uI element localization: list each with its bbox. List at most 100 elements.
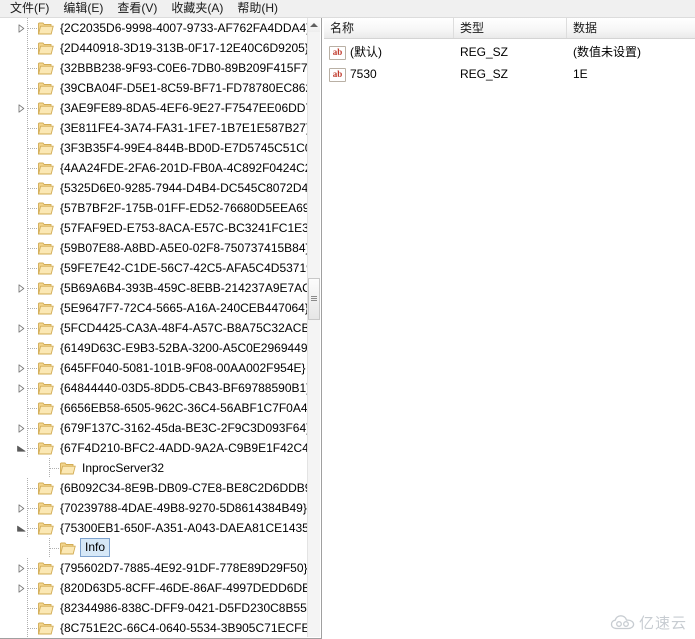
menu-favorites[interactable]: 收藏夹(A) bbox=[164, 0, 230, 17]
value-row[interactable]: ab (默认) REG_SZ (数值未设置) bbox=[324, 43, 695, 62]
tree-item-label: {59B07E88-A8BD-A5E0-02F8-750737415B84} bbox=[60, 241, 308, 255]
tree-item[interactable]: Info bbox=[0, 538, 308, 558]
tree-guide-stub bbox=[28, 228, 38, 229]
tree-guide-stub bbox=[28, 348, 38, 349]
tree-item-label: {645FF040-5081-101B-9F08-00AA002F954E} bbox=[60, 361, 306, 375]
tree-item[interactable]: {6656EB58-6505-962C-36C4-56ABF1C7F0A4} bbox=[0, 398, 308, 418]
tree-item[interactable]: {39CBA04F-D5E1-8C59-BF71-FD78780EC862} bbox=[0, 78, 308, 98]
tree-item[interactable]: {679F137C-3162-45da-BE3C-2F9C3D093F64} bbox=[0, 418, 308, 438]
tree-item-label: {82344986-838C-DFF9-0421-D5FD230C8B55} bbox=[60, 601, 308, 615]
collapse-arrow-icon[interactable] bbox=[17, 525, 26, 532]
tree-item[interactable]: {75300EB1-650F-A351-A043-DAEA81CE1435} bbox=[0, 518, 308, 538]
folder-icon bbox=[38, 501, 54, 515]
tree-guide-stub bbox=[28, 428, 38, 429]
expand-arrow-icon[interactable] bbox=[18, 364, 25, 373]
tree-guide-stub bbox=[28, 368, 38, 369]
value-name-cell: ab (默认) bbox=[324, 43, 454, 62]
value-row[interactable]: ab 7530 REG_SZ 1E bbox=[324, 65, 695, 84]
tree-guide-stub bbox=[28, 588, 38, 589]
tree-guide-stub bbox=[28, 628, 38, 629]
tree-item[interactable]: {57FAF9ED-E753-8ACA-E57C-BC3241FC1E3A} bbox=[0, 218, 308, 238]
tree-item[interactable]: {5325D6E0-9285-7944-D4B4-DC545C8072D4} bbox=[0, 178, 308, 198]
tree-item[interactable]: {32BBB238-9F93-C0E6-7DB0-89B209F415F7} bbox=[0, 58, 308, 78]
tree-item[interactable]: {59FE7E42-C1DE-56C7-42C5-AFA5C4D53719} bbox=[0, 258, 308, 278]
column-header-name[interactable]: 名称 bbox=[324, 18, 454, 38]
expand-arrow-icon[interactable] bbox=[18, 384, 25, 393]
menu-help[interactable]: 帮助(H) bbox=[230, 0, 285, 17]
tree-guide-stub bbox=[28, 68, 38, 69]
scrollbar-thumb[interactable] bbox=[308, 278, 320, 320]
expand-arrow-icon[interactable] bbox=[18, 324, 25, 333]
tree-item[interactable]: {3AE9FE89-8DA5-4EF6-9E27-F7547EE06DD7} bbox=[0, 98, 308, 118]
tree-guide-stub bbox=[28, 208, 38, 209]
tree-item[interactable]: {70239788-4DAE-49B8-9270-5D8614384B49} bbox=[0, 498, 308, 518]
folder-icon bbox=[38, 201, 54, 215]
tree-item[interactable]: {59B07E88-A8BD-A5E0-02F8-750737415B84} bbox=[0, 238, 308, 258]
tree-item[interactable]: {6149D63C-E9B3-52BA-3200-A5C0E2969449} bbox=[0, 338, 308, 358]
tree-guide-stub bbox=[28, 168, 38, 169]
tree-item-label: {32BBB238-9F93-C0E6-7DB0-89B209F415F7} bbox=[60, 61, 308, 75]
menu-edit[interactable]: 编辑(E) bbox=[56, 0, 110, 17]
folder-icon bbox=[38, 161, 54, 175]
tree-guide-stub bbox=[50, 548, 60, 549]
watermark: 亿速云 bbox=[610, 612, 687, 633]
registry-values-pane: 名称 类型 数据 ab (默认) REG_SZ (数值未设置) ab 7530 REG_SZ… bbox=[324, 18, 695, 639]
tree-item[interactable]: {3F3B35F4-99E4-844B-BD0D-E7D5745C51C0} bbox=[0, 138, 308, 158]
expand-arrow-icon[interactable] bbox=[18, 24, 25, 33]
registry-tree[interactable]: {2C2035D6-9998-4007-9733-AF762FA4DDA4} {2… bbox=[0, 18, 308, 638]
folder-icon bbox=[38, 221, 54, 235]
string-value-icon: ab bbox=[329, 67, 346, 82]
tree-guide-stub bbox=[28, 108, 38, 109]
tree-item[interactable]: InprocServer32 bbox=[0, 458, 308, 478]
tree-item[interactable]: {3E811FE4-3A74-FA31-1FE7-1B7E1E587B27} bbox=[0, 118, 308, 138]
tree-item[interactable]: {57B7BF2F-175B-01FF-ED52-76680D5EEA69} bbox=[0, 198, 308, 218]
tree-item[interactable]: {5FCD4425-CA3A-48F4-A57C-B8A75C32ACB1} bbox=[0, 318, 308, 338]
tree-guide-stub bbox=[28, 88, 38, 89]
folder-icon bbox=[38, 381, 54, 395]
expand-arrow-icon[interactable] bbox=[18, 104, 25, 113]
tree-item[interactable]: {4AA24FDE-2FA6-201D-FB0A-4C892F0424C2} bbox=[0, 158, 308, 178]
folder-icon bbox=[38, 321, 54, 335]
folder-icon bbox=[38, 121, 54, 135]
tree-item[interactable]: {8C751E2C-66C4-0640-5534-3B905C71ECFE} bbox=[0, 618, 308, 638]
tree-item[interactable]: {2C2035D6-9998-4007-9733-AF762FA4DDA4} bbox=[0, 18, 308, 38]
folder-icon bbox=[60, 541, 76, 555]
menu-view[interactable]: 查看(V) bbox=[110, 0, 164, 17]
expand-arrow-icon[interactable] bbox=[18, 424, 25, 433]
column-header-type[interactable]: 类型 bbox=[454, 18, 567, 38]
expand-arrow-icon[interactable] bbox=[18, 284, 25, 293]
tree-item[interactable]: {820D63D5-8CFF-46DE-86AF-4997DEDD6DB5} bbox=[0, 578, 308, 598]
values-column-header: 名称 类型 数据 bbox=[324, 18, 695, 39]
tree-item-label: {39CBA04F-D5E1-8C59-BF71-FD78780EC862} bbox=[60, 81, 308, 95]
expand-arrow-icon[interactable] bbox=[18, 564, 25, 573]
tree-item[interactable]: {67F4D210-BFC2-4ADD-9A2A-C9B9E1F42C4F} bbox=[0, 438, 308, 458]
scroll-up-button[interactable] bbox=[308, 18, 320, 32]
expand-arrow-icon[interactable] bbox=[18, 504, 25, 513]
column-header-data[interactable]: 数据 bbox=[567, 18, 695, 38]
tree-item[interactable]: {645FF040-5081-101B-9F08-00AA002F954E} bbox=[0, 358, 308, 378]
tree-item[interactable]: {6B092C34-8E9B-DB09-C7E8-BE8C2D6DDB9C} bbox=[0, 478, 308, 498]
tree-item-label: {8C751E2C-66C4-0640-5534-3B905C71ECFE} bbox=[60, 621, 308, 635]
tree-guide-stub bbox=[28, 568, 38, 569]
tree-item-label: InprocServer32 bbox=[82, 461, 165, 475]
folder-icon bbox=[38, 341, 54, 355]
folder-icon bbox=[38, 141, 54, 155]
tree-item[interactable]: {2D440918-3D19-313B-0F17-12E40C6D9205} bbox=[0, 38, 308, 58]
tree-item[interactable]: {795602D7-7885-4E92-91DF-778E89D29F50} bbox=[0, 558, 308, 578]
folder-icon bbox=[38, 181, 54, 195]
tree-item-label: {6656EB58-6505-962C-36C4-56ABF1C7F0A4} bbox=[60, 401, 308, 415]
folder-icon bbox=[38, 281, 54, 295]
cloud-logo-icon bbox=[610, 614, 635, 629]
folder-icon bbox=[38, 41, 54, 55]
tree-item[interactable]: {5B69A6B4-393B-459C-8EBB-214237A9E7AC} bbox=[0, 278, 308, 298]
menu-file[interactable]: 文件(F) bbox=[3, 0, 56, 17]
tree-item[interactable]: {5E9647F7-72C4-5665-A16A-240CEB447064} bbox=[0, 298, 308, 318]
tree-guide-stub bbox=[28, 388, 38, 389]
tree-vertical-scrollbar[interactable] bbox=[307, 18, 320, 637]
folder-icon bbox=[38, 581, 54, 595]
expand-arrow-icon[interactable] bbox=[18, 584, 25, 593]
tree-item[interactable]: {64844440-03D5-8DD5-CB43-BF69788590B1} bbox=[0, 378, 308, 398]
tree-item[interactable]: {82344986-838C-DFF9-0421-D5FD230C8B55} bbox=[0, 598, 308, 618]
collapse-arrow-icon[interactable] bbox=[17, 445, 26, 452]
tree-guide-stub bbox=[28, 288, 38, 289]
